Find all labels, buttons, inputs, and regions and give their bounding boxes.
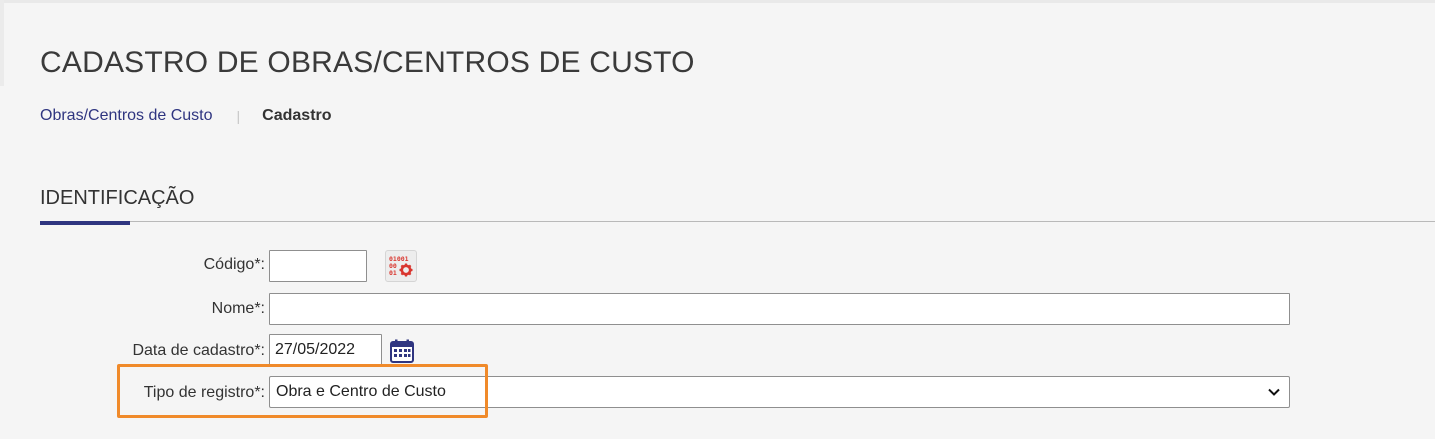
breadcrumb-link-obras[interactable]: Obras/Centros de Custo — [40, 107, 213, 125]
codigo-label: Código*: — [203, 256, 265, 273]
nome-input[interactable] — [269, 293, 1290, 325]
nome-label: Nome*: — [211, 300, 265, 317]
calendar-icon — [390, 339, 414, 363]
page-title: CADASTRO DE OBRAS/CENTROS DE CUSTO — [40, 46, 695, 79]
svg-text:01: 01 — [389, 269, 397, 277]
top-border — [0, 0, 1435, 3]
section-underline — [40, 221, 130, 225]
generate-code-button[interactable]: 01001 00 01 — [385, 250, 417, 282]
data-cadastro-label: Data de cadastro*: — [132, 342, 265, 359]
calendar-button[interactable] — [386, 335, 418, 367]
breadcrumb: Obras/Centros de Custo | Cadastro — [40, 107, 332, 125]
codigo-input[interactable] — [269, 250, 367, 282]
section-divider — [40, 221, 1435, 222]
breadcrumb-separator: | — [236, 108, 241, 124]
data-cadastro-input[interactable] — [269, 334, 382, 366]
section-title-identificacao: IDENTIFICAÇÃO — [40, 187, 195, 209]
breadcrumb-current: Cadastro — [262, 107, 332, 124]
chevron-down-icon — [1268, 388, 1280, 396]
code-generator-icon: 01001 00 01 — [389, 255, 413, 277]
left-border — [0, 0, 4, 86]
highlight-box — [117, 364, 488, 418]
